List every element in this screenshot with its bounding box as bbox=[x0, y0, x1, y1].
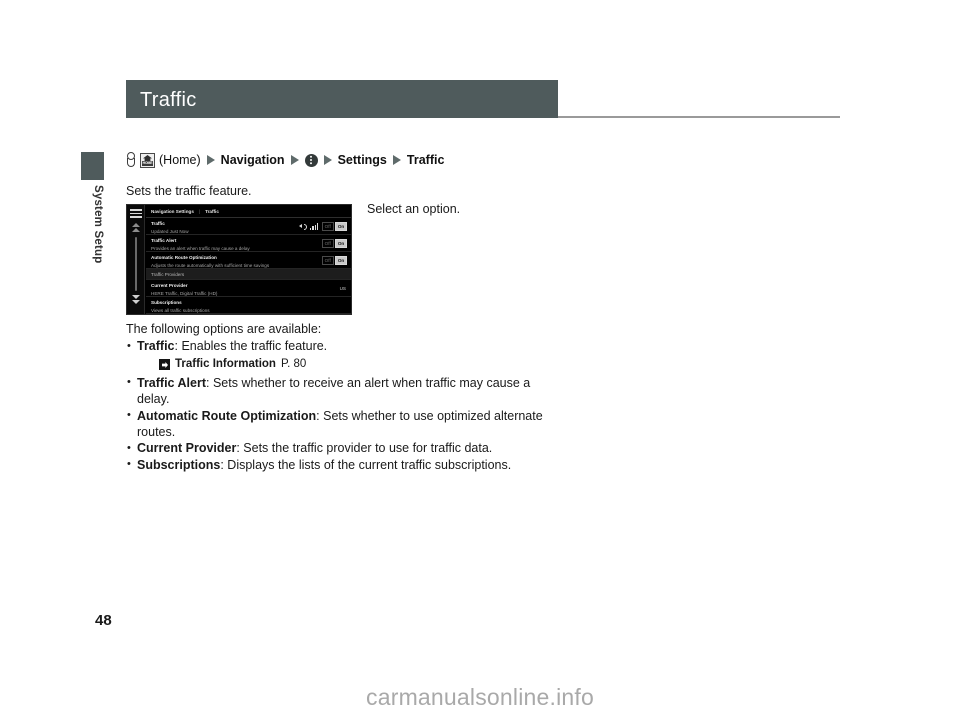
device-row-subtitle: Views all traffic subscriptions bbox=[151, 308, 210, 313]
device-row-subscriptions[interactable]: Subscriptions Views all traffic subscrip… bbox=[146, 297, 351, 314]
list-item: Subscriptions: Displays the lists of the… bbox=[126, 456, 556, 473]
device-content: Navigation Settings | Traffic Traffic Up… bbox=[146, 205, 351, 314]
home-button-icon[interactable]: HOME bbox=[140, 152, 155, 168]
device-toggle-traffic-alert[interactable]: Off On bbox=[321, 239, 347, 248]
triangle-right-icon bbox=[323, 155, 332, 165]
vertical-ellipsis-icon[interactable] bbox=[304, 153, 318, 167]
select-option-note: Select an option. bbox=[367, 202, 461, 216]
toggle-on-label[interactable]: On bbox=[335, 239, 347, 248]
device-title-primary: Navigation Settings bbox=[151, 208, 194, 214]
scroll-down-arrow-icon[interactable] bbox=[132, 295, 140, 304]
header-divider-rule bbox=[558, 116, 840, 118]
breadcrumb-home-label: (Home) bbox=[159, 153, 201, 167]
signal-bars-icon bbox=[310, 222, 318, 230]
intro-text: Sets the traffic feature. bbox=[126, 184, 252, 198]
breadcrumb: HOME (Home) Navigation Settings Traffic bbox=[126, 152, 444, 168]
option-term: Subscriptions bbox=[137, 457, 221, 472]
list-item: Automatic Route Optimization: Sets wheth… bbox=[126, 407, 556, 441]
toggle-off-label[interactable]: Off bbox=[321, 256, 334, 265]
device-left-rail bbox=[127, 205, 145, 314]
device-toggle-auto-route-optimization[interactable]: Off On bbox=[321, 256, 347, 265]
toggle-on-label[interactable]: On bbox=[335, 256, 347, 265]
triangle-right-icon bbox=[392, 155, 401, 165]
home-button-word: HOME bbox=[142, 161, 153, 166]
option-description: : Enables the traffic feature. bbox=[174, 339, 328, 353]
device-region-badge: US bbox=[339, 286, 346, 291]
option-description: : Displays the lists of the current traf… bbox=[220, 457, 512, 472]
option-term: Traffic bbox=[137, 339, 175, 353]
triangle-right-icon bbox=[290, 155, 299, 165]
device-row-current-provider[interactable]: Current Provider HERE Traffic, Digital T… bbox=[146, 280, 351, 297]
device-scrollbar[interactable] bbox=[135, 237, 137, 291]
device-row-traffic-alert[interactable]: Traffic Alert Provides an alert when tra… bbox=[146, 235, 351, 252]
breadcrumb-step-navigation[interactable]: Navigation bbox=[221, 153, 285, 167]
cross-reference-page: P. 80 bbox=[280, 358, 307, 371]
speaker-icon bbox=[299, 223, 307, 231]
device-row-subtitle: Adjusts the route automatically with suf… bbox=[151, 263, 270, 268]
device-title-separator: | bbox=[198, 208, 201, 214]
device-title-secondary: Traffic bbox=[205, 208, 219, 214]
cross-reference-label: Traffic Information bbox=[175, 358, 276, 371]
chapter-tab-label: System Setup bbox=[92, 185, 104, 264]
list-item: Current Provider: Sets the traffic provi… bbox=[126, 440, 556, 457]
options-list: Traffic: Enables the traffic feature. Tr… bbox=[126, 338, 556, 474]
list-item: Traffic Alert: Sets whether to receive a… bbox=[126, 374, 556, 408]
site-watermark: carmanualsonline.info bbox=[366, 684, 594, 710]
option-description: : Sets the traffic provider to use for t… bbox=[236, 441, 493, 456]
breadcrumb-step-traffic[interactable]: Traffic bbox=[407, 153, 445, 167]
triangle-right-icon bbox=[206, 155, 215, 165]
option-term: Traffic Alert bbox=[137, 375, 207, 390]
device-toggle-traffic[interactable]: Off On bbox=[321, 222, 347, 231]
toggle-on-label[interactable]: On bbox=[335, 222, 347, 231]
cross-reference[interactable]: Traffic Information P. 80 bbox=[159, 356, 556, 372]
page-number: 48 bbox=[95, 612, 112, 629]
device-row-title: Automatic Route Optimization bbox=[151, 254, 217, 260]
toggle-off-label[interactable]: Off bbox=[321, 239, 334, 248]
toggle-off-label[interactable]: Off bbox=[321, 222, 334, 231]
option-term: Current Provider bbox=[137, 441, 237, 456]
hamburger-menu-icon[interactable] bbox=[130, 209, 142, 218]
jump-reference-icon bbox=[159, 359, 170, 371]
list-item: Traffic: Enables the traffic feature. Tr… bbox=[126, 338, 556, 373]
device-row-title: Subscriptions bbox=[151, 299, 182, 305]
page-title: Traffic bbox=[140, 89, 197, 111]
device-row-title: Traffic Alert bbox=[151, 237, 177, 243]
device-row-subtitle: HERE Traffic, Digital Traffic (HD) bbox=[151, 291, 218, 296]
device-row-traffic[interactable]: Traffic Updated Just Now Off On bbox=[146, 218, 351, 235]
device-titlebar: Navigation Settings | Traffic bbox=[146, 205, 351, 218]
breadcrumb-step-settings[interactable]: Settings bbox=[338, 153, 387, 167]
chapter-tab-marker bbox=[81, 152, 104, 180]
navigation-settings-screenshot: Navigation Settings | Traffic Traffic Up… bbox=[126, 204, 352, 315]
option-term: Automatic Route Optimization bbox=[137, 408, 317, 423]
device-row-auto-route-optimization[interactable]: Automatic Route Optimization Adjusts the… bbox=[146, 252, 351, 269]
device-status-icons bbox=[299, 222, 318, 231]
device-row-subtitle: Provides an alert when traffic may cause… bbox=[151, 246, 250, 251]
hand-pointer-icon bbox=[126, 152, 135, 168]
options-intro-text: The following options are available: bbox=[126, 322, 322, 336]
device-section-header-traffic-providers: Traffic Providers bbox=[146, 269, 351, 280]
scroll-up-arrow-icon[interactable] bbox=[132, 223, 140, 232]
device-row-title: Current Provider bbox=[151, 282, 188, 288]
